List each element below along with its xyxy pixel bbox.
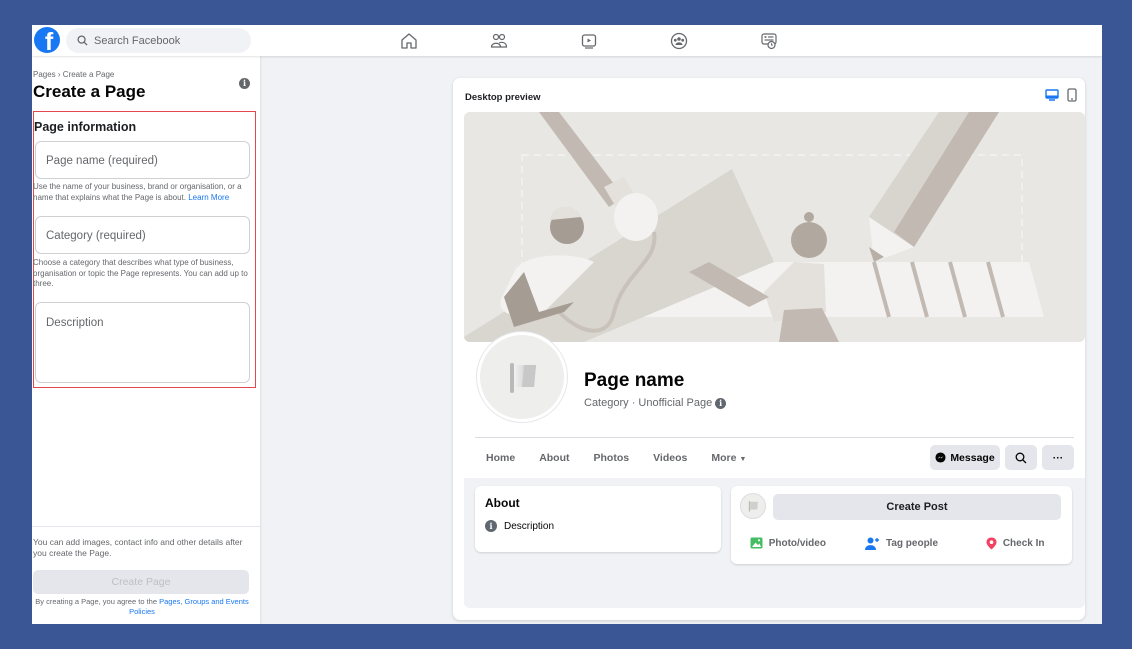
message-button[interactable]: Message xyxy=(930,445,1000,470)
sidebar-footer: You can add images, contact info and oth… xyxy=(32,526,260,624)
breadcrumb[interactable]: Pages › Create a Page xyxy=(33,70,114,79)
friends-icon xyxy=(490,33,508,48)
page-content-area: About i Description Create Post Photo/vi… xyxy=(464,478,1085,608)
flag-icon xyxy=(510,363,536,393)
page-actions: Message ··· xyxy=(930,445,1074,470)
tab-photos[interactable]: Photos xyxy=(582,452,642,464)
more-options-button[interactable]: ··· xyxy=(1042,445,1074,470)
app-window: f Search Facebook Pages › Create a Page … xyxy=(32,25,1102,624)
memories-icon xyxy=(761,32,777,49)
post-composer: Create Post Photo/video Tag people Check… xyxy=(731,486,1072,564)
info-icon[interactable]: i xyxy=(239,78,250,89)
more-icon: ··· xyxy=(1052,451,1064,464)
nav-groups[interactable] xyxy=(670,25,760,56)
composer-actions: Photo/video Tag people Check In xyxy=(731,530,1072,556)
caret-down-icon: ▼ xyxy=(739,456,747,463)
about-description: i Description xyxy=(485,520,554,532)
tab-more[interactable]: More ▼ xyxy=(699,452,758,464)
page-title: Create a Page xyxy=(33,82,146,101)
search-placeholder: Search Facebook xyxy=(94,34,181,47)
photo-video-button[interactable]: Photo/video xyxy=(731,530,845,556)
section-heading: Page information xyxy=(34,120,137,134)
facebook-logo[interactable]: f xyxy=(34,27,60,53)
cover-illustration xyxy=(464,112,1085,342)
search-icon xyxy=(1015,452,1027,463)
page-name-input[interactable]: Page name (required) xyxy=(35,141,250,179)
search-icon xyxy=(77,35,88,46)
nav-watch[interactable] xyxy=(580,25,670,56)
check-in-icon xyxy=(986,537,997,549)
composer-avatar xyxy=(740,493,766,519)
info-icon[interactable]: i xyxy=(715,397,727,409)
tab-videos[interactable]: Videos xyxy=(641,452,699,464)
profile-picture[interactable] xyxy=(477,332,567,422)
description-textarea[interactable]: Description xyxy=(35,302,250,383)
nav-home[interactable] xyxy=(400,25,490,56)
photo-video-icon xyxy=(750,537,763,549)
search-input[interactable]: Search Facebook xyxy=(66,28,251,53)
preview-label: Desktop preview xyxy=(465,92,541,103)
tab-about[interactable]: About xyxy=(527,452,581,464)
nav-friends[interactable] xyxy=(490,25,580,56)
create-page-button[interactable]: Create Page xyxy=(33,570,249,594)
info-icon: i xyxy=(485,520,497,532)
desktop-preview-card: Desktop preview Page name Category · Uno… xyxy=(453,78,1085,620)
cover-photo[interactable] xyxy=(464,112,1085,342)
watch-icon xyxy=(581,33,597,49)
page-information-section: Page information Page name (required) Us… xyxy=(33,111,256,388)
page-tabs: Home About Photos Videos More ▼ Message ·… xyxy=(475,438,1074,478)
desktop-icon[interactable] xyxy=(1045,89,1059,101)
check-in-button[interactable]: Check In xyxy=(958,530,1072,556)
create-page-sidebar: Pages › Create a Page Create a Page i Pa… xyxy=(32,56,260,624)
tag-people-icon xyxy=(864,537,879,550)
tag-people-button[interactable]: Tag people xyxy=(845,530,959,556)
mobile-icon[interactable] xyxy=(1067,88,1077,102)
footer-note: You can add images, contact info and oth… xyxy=(33,537,243,558)
page-name-preview: Page name xyxy=(584,370,685,391)
home-icon xyxy=(401,32,417,49)
learn-more-link[interactable]: Learn More xyxy=(188,193,229,202)
main-nav xyxy=(400,25,850,56)
about-title: About xyxy=(485,496,520,510)
messenger-icon xyxy=(935,452,946,463)
search-page-button[interactable] xyxy=(1005,445,1037,470)
groups-icon xyxy=(670,32,688,49)
flag-icon xyxy=(748,501,758,512)
top-navigation-bar: f Search Facebook xyxy=(32,25,1102,56)
page-category-preview: Category · Unofficial Page i xyxy=(584,397,727,409)
terms-text: By creating a Page, you agree to the Pag… xyxy=(35,597,249,616)
create-post-button[interactable]: Create Post xyxy=(773,494,1061,520)
nav-memories[interactable] xyxy=(760,25,850,56)
category-input[interactable]: Category (required) xyxy=(35,216,250,254)
category-hint: Choose a category that describes what ty… xyxy=(33,258,248,288)
page-name-hint: Use the name of your business, brand or … xyxy=(33,182,242,202)
tab-home[interactable]: Home xyxy=(475,452,527,464)
about-card: About i Description xyxy=(475,486,721,552)
